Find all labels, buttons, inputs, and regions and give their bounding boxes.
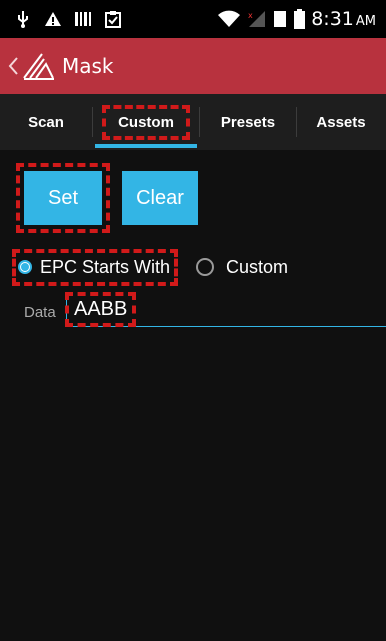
clock: 8:31 AM — [311, 8, 376, 30]
battery-icon — [293, 9, 305, 29]
tab-scan[interactable]: Scan — [0, 94, 92, 150]
radio-checked-icon[interactable] — [18, 260, 32, 274]
signal-icon: x — [247, 10, 267, 28]
tab-assets[interactable]: Assets — [297, 94, 385, 150]
usb-icon — [14, 10, 32, 28]
radio-epc-starts-with[interactable]: EPC Starts With — [11, 248, 179, 286]
radio-custom[interactable]: Custom — [196, 257, 288, 278]
clock-time: 8:31 — [311, 8, 354, 30]
tab-custom[interactable]: Custom — [93, 94, 199, 150]
mask-type-radio-group: EPC Starts With Custom — [11, 248, 288, 286]
sim-icon — [273, 10, 287, 28]
data-input-value: AABB — [64, 292, 137, 327]
clear-button[interactable]: Clear — [122, 171, 198, 225]
svg-text:x: x — [248, 11, 253, 20]
status-bar: x 8:31 AM — [0, 0, 386, 38]
radio-custom-label: Custom — [226, 256, 289, 277]
tab-presets-label: Presets — [220, 113, 276, 131]
set-button[interactable]: Set — [16, 163, 110, 233]
radio-epc-starts-with-label: EPC Starts With — [40, 256, 171, 277]
data-label: Data — [24, 304, 56, 321]
wifi-icon — [217, 10, 241, 28]
clipboard-icon — [104, 10, 122, 28]
app-logo-icon[interactable] — [22, 51, 56, 81]
warning-icon — [44, 10, 62, 28]
tab-custom-label: Custom — [102, 104, 190, 140]
tab-assets-label: Assets — [316, 113, 366, 131]
tab-presets[interactable]: Presets — [200, 94, 296, 150]
clock-ampm: AM — [355, 14, 376, 29]
back-chevron-icon[interactable] — [6, 55, 20, 77]
action-bar: Mask — [0, 38, 386, 94]
tab-bar: Scan Custom Presets Assets — [0, 94, 386, 150]
tab-scan-label: Scan — [28, 113, 64, 131]
custom-mask-panel: Set Clear EPC Starts With Custom Data AA… — [0, 150, 386, 641]
data-input[interactable]: AABB — [64, 292, 386, 327]
radio-unchecked-icon[interactable] — [196, 258, 215, 276]
page-title: Mask — [62, 54, 114, 78]
barcode-icon — [74, 10, 92, 28]
